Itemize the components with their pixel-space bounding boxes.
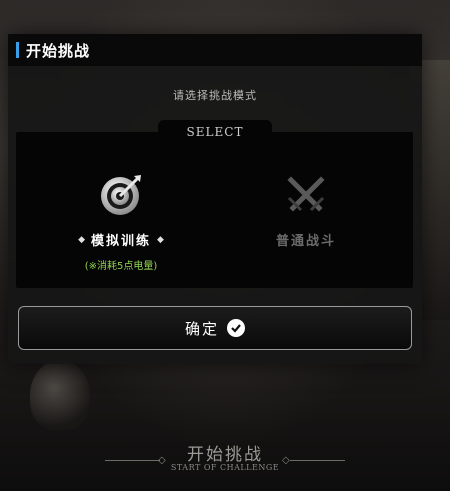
dialog-header: 开始挑战	[8, 34, 422, 66]
confirm-label: 确定	[184, 319, 219, 338]
mode-training-cost: (※消耗5点电量)	[84, 261, 158, 272]
diamond-right-icon: ◆	[157, 234, 164, 245]
target-icon	[98, 172, 144, 218]
confirm-button[interactable]: 确定	[18, 306, 412, 350]
mode-normal-label: 普通战斗	[275, 234, 336, 249]
dialog-title: 开始挑战	[26, 41, 91, 60]
footer-subtitle: START OF CHALLENGE	[170, 463, 280, 472]
mode-normal-label-row: 普通战斗	[216, 230, 396, 249]
select-tab: SELECT	[158, 120, 272, 142]
checkmark-icon	[227, 319, 245, 337]
header-accent-bar	[16, 42, 19, 58]
footer-title: 开始挑战	[187, 445, 263, 465]
mode-training[interactable]: ◆ 模拟训练 ◆ (※消耗5点电量)	[31, 172, 211, 272]
diamond-left-icon: ◆	[78, 234, 85, 245]
mode-training-label-row: ◆ 模拟训练 ◆	[31, 230, 211, 249]
challenge-dialog: 开始挑战 请选择挑战模式 ◆ 模拟训练 ◆ (※消耗5点电量) 普通战斗 SEL…	[8, 34, 422, 364]
mode-select-panel: ◆ 模拟训练 ◆ (※消耗5点电量) 普通战斗	[16, 132, 413, 288]
background-helmet	[30, 360, 90, 430]
crossed-swords-icon	[283, 172, 329, 218]
mode-training-label: 模拟训练	[90, 234, 151, 249]
mode-prompt: 请选择挑战模式	[173, 89, 257, 102]
mode-normal-battle[interactable]: 普通战斗	[216, 172, 396, 249]
